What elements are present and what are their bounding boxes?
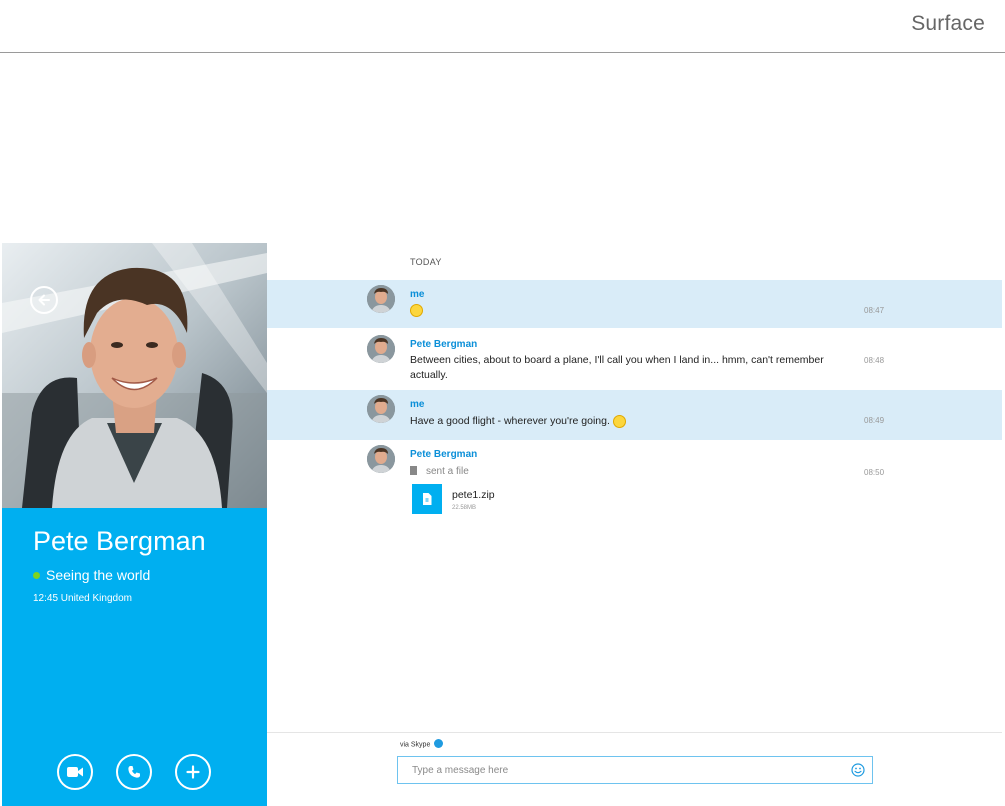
- emoticon-icon[interactable]: [851, 763, 865, 777]
- video-camera-icon: [67, 767, 83, 777]
- message-timestamp: 08:48: [864, 356, 885, 365]
- day-separator: TODAY: [410, 257, 442, 267]
- avatar: [367, 335, 395, 363]
- file-size: 22.58MB: [452, 505, 477, 511]
- presence-online-icon: [33, 571, 40, 579]
- file-name[interactable]: pete1.zip: [452, 489, 495, 501]
- file-icon: [423, 493, 432, 505]
- message-sender[interactable]: me: [410, 399, 424, 410]
- back-button[interactable]: [30, 286, 58, 314]
- message-item[interactable]: me Have a good flight - wherever you're …: [267, 390, 1002, 440]
- message-item[interactable]: Pete Bergman Between cities, about to bo…: [267, 330, 1002, 388]
- message-item[interactable]: Pete Bergman sent a file 08:50 pete1.zip…: [267, 440, 1002, 522]
- file-action: sent a file: [410, 465, 469, 477]
- contact-name: Pete Bergman: [33, 526, 206, 556]
- message-sender[interactable]: Pete Bergman: [410, 339, 477, 350]
- message-text: Between cities, about to board a plane, …: [410, 354, 824, 381]
- message-text: Have a good flight - wherever you're goi…: [410, 414, 626, 429]
- file-attachment-tile[interactable]: [412, 484, 442, 514]
- contact-mood: Seeing the world: [33, 567, 150, 583]
- message-timestamp: 08:50: [864, 468, 885, 477]
- grin-emoji-icon: [612, 414, 626, 428]
- avatar: [367, 445, 395, 473]
- message-timestamp: 08:49: [864, 416, 885, 425]
- video-call-button[interactable]: [57, 754, 93, 790]
- message-sender[interactable]: Pete Bergman: [410, 449, 477, 460]
- document-icon: [410, 465, 417, 475]
- composer-divider: [267, 732, 1002, 733]
- message-body: Have a good flight - wherever you're goi…: [410, 415, 610, 427]
- message-item[interactable]: me 08:47: [267, 280, 1002, 328]
- brand-title: Surface: [911, 12, 985, 35]
- via-selector[interactable]: via Skype: [400, 739, 444, 749]
- phone-icon: [128, 766, 140, 778]
- wink-emoji-icon: [410, 303, 423, 317]
- file-action-text: sent a file: [426, 466, 469, 477]
- contact-info-panel: Pete Bergman Seeing the world 12:45 Unit…: [2, 508, 267, 806]
- message-timestamp: 08:47: [864, 306, 885, 315]
- plus-icon: [186, 765, 200, 779]
- header-divider: [0, 52, 1005, 53]
- message-composer: [397, 756, 873, 784]
- contact-photo: [2, 243, 267, 508]
- message-sender[interactable]: me: [410, 289, 424, 300]
- message-input[interactable]: [412, 762, 832, 778]
- message-text: [410, 303, 423, 318]
- mood-text: Seeing the world: [46, 567, 151, 583]
- contact-local-time: 12:45 United Kingdom: [33, 593, 132, 604]
- voice-call-button[interactable]: [116, 754, 152, 790]
- avatar: [367, 285, 395, 313]
- via-label: via Skype: [400, 741, 431, 749]
- add-button[interactable]: [175, 754, 211, 790]
- arrow-left-icon: [38, 294, 50, 306]
- avatar: [367, 395, 395, 423]
- chevron-down-icon[interactable]: [434, 739, 444, 748]
